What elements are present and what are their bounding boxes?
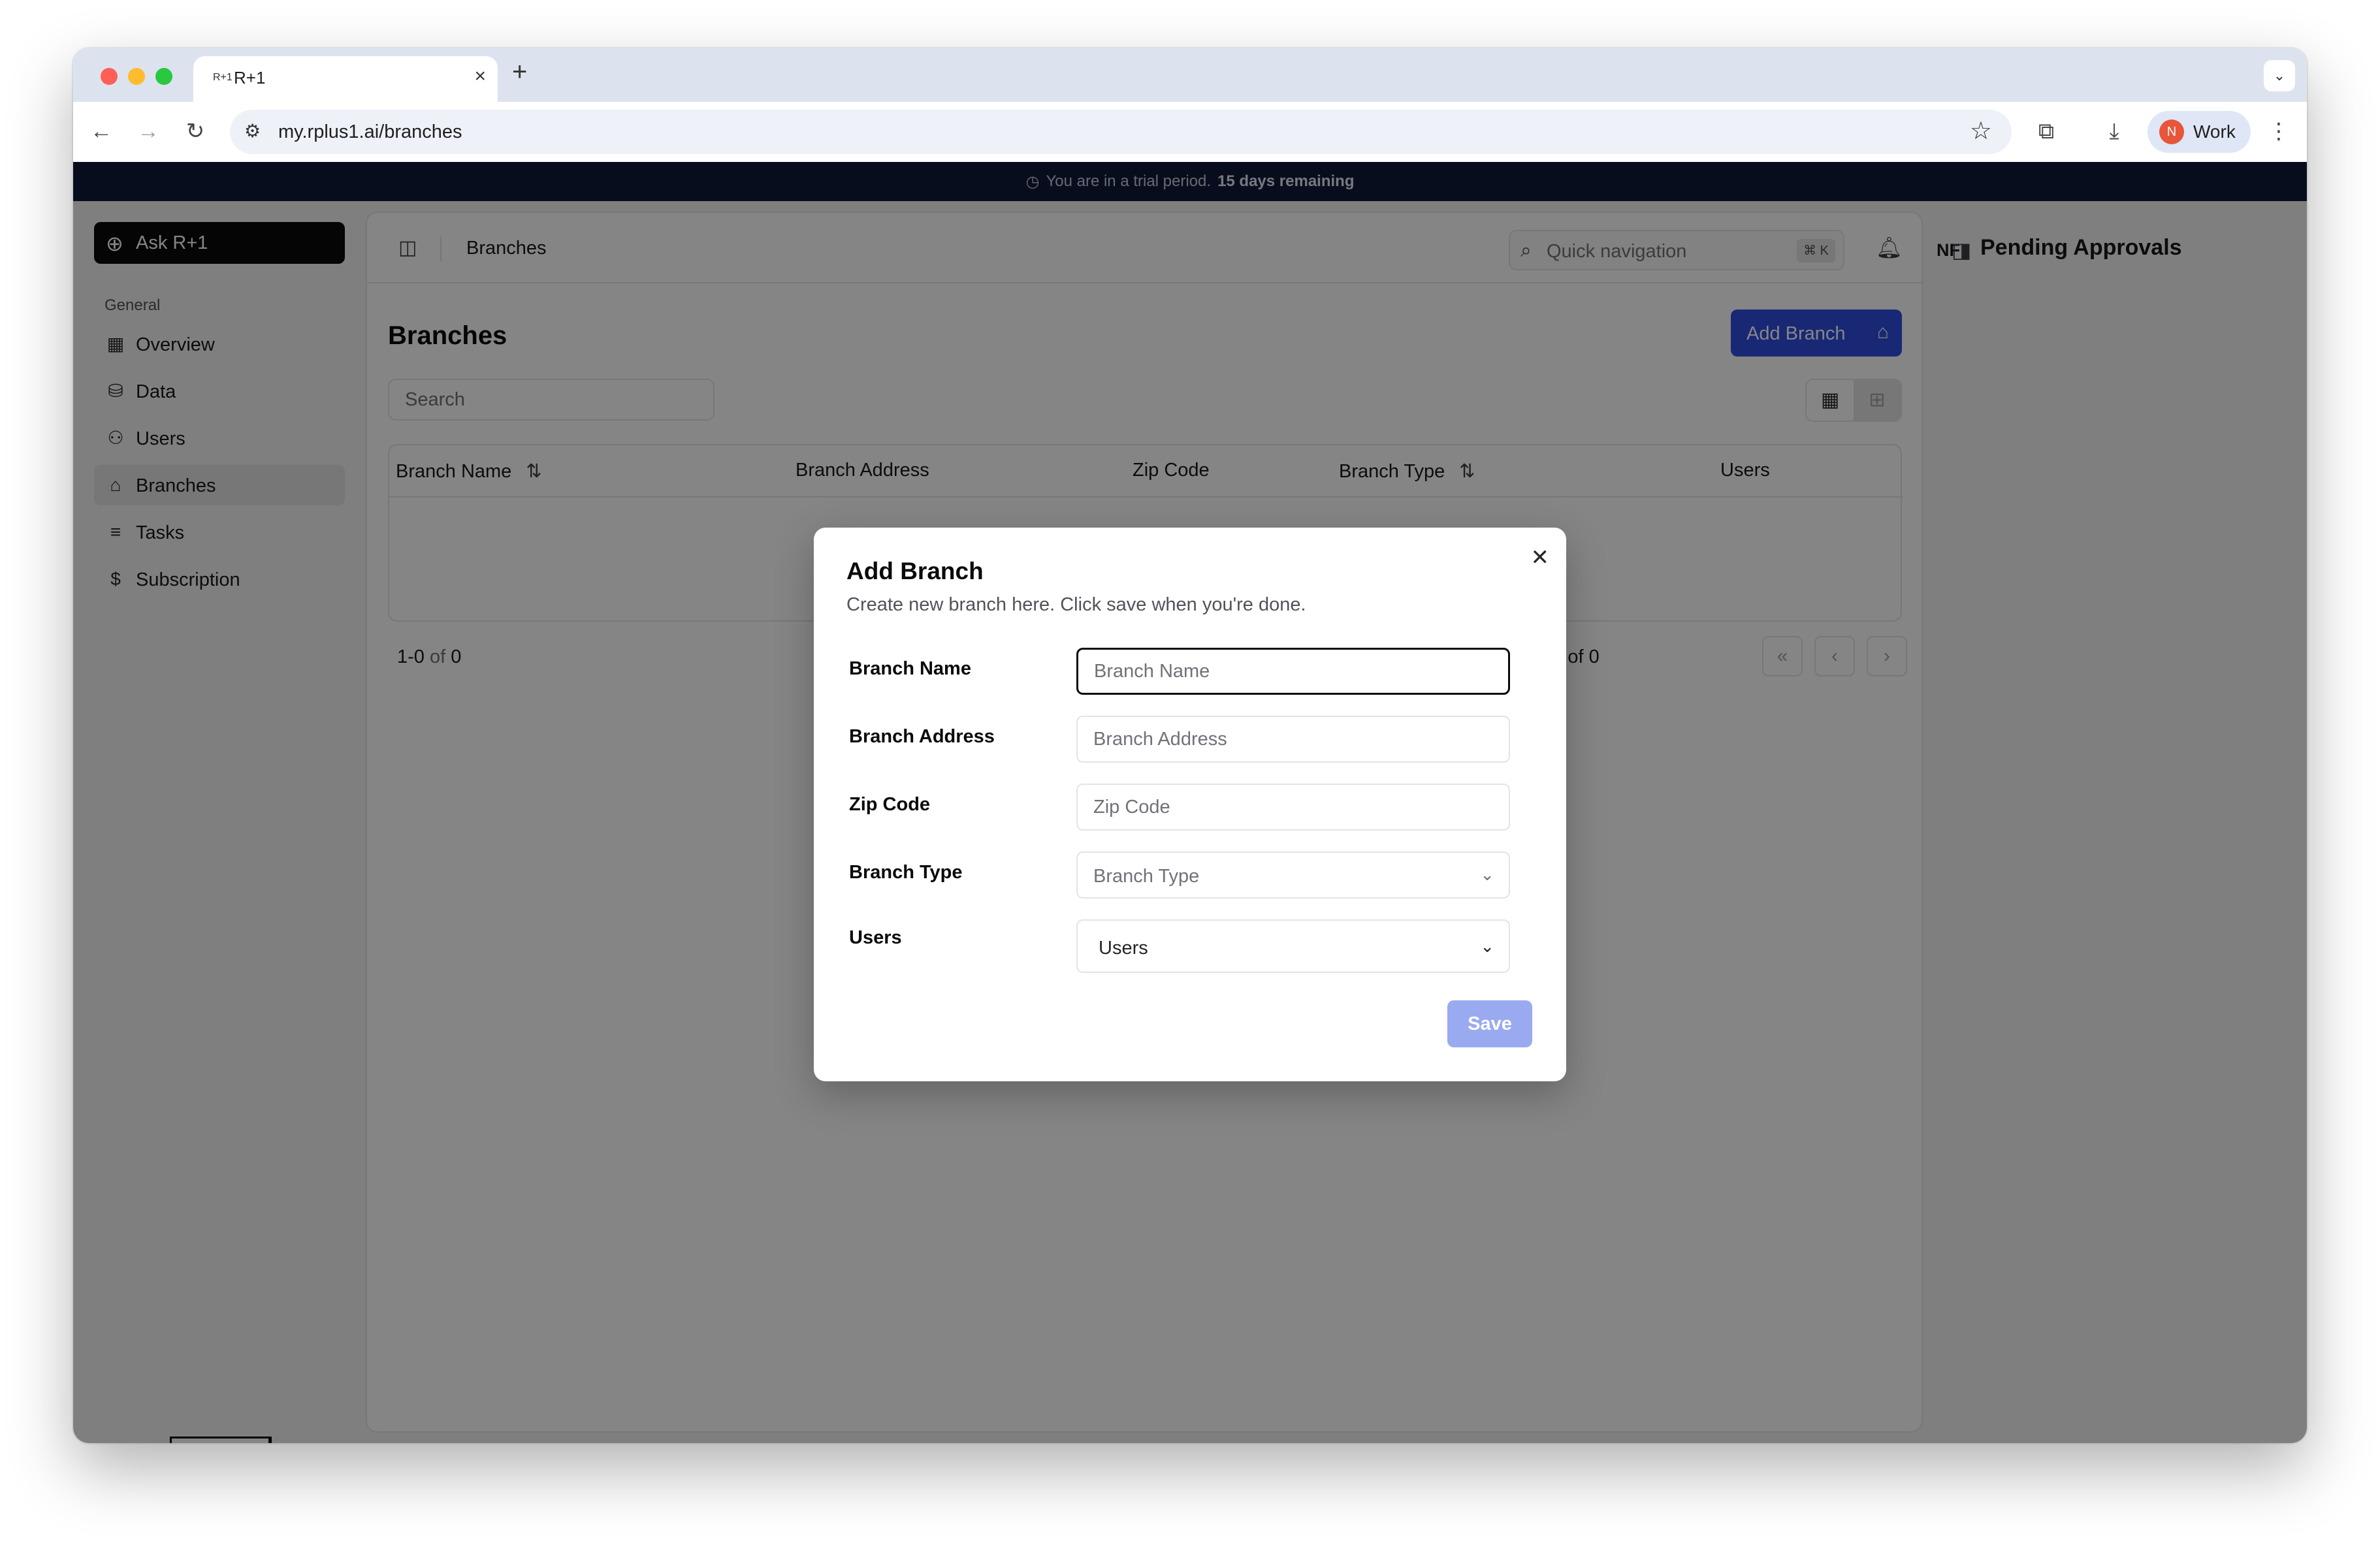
maximize-window-button[interactable] <box>155 68 172 85</box>
browser-menu-icon[interactable]: ⋮ <box>2262 115 2295 148</box>
dialog-description: Create new branch here. Click save when … <box>846 594 1306 615</box>
branch-type-label: Branch Type <box>849 862 963 883</box>
branch-name-label: Branch Name <box>849 658 971 679</box>
dialog-title: Add Branch <box>846 558 984 584</box>
zip-code-label: Zip Code <box>849 794 931 815</box>
branch-name-field[interactable] <box>1076 648 1510 695</box>
tab-title: R+1 <box>234 68 266 87</box>
site-settings-icon[interactable]: ⚙ <box>244 120 261 142</box>
tab-list-chevron-icon[interactable]: ⌄ <box>2264 60 2295 91</box>
new-tab-icon[interactable]: + <box>512 57 527 87</box>
branch-address-label: Branch Address <box>849 726 995 747</box>
save-button[interactable]: Save <box>1447 1000 1532 1047</box>
back-arrow-icon[interactable]: ← <box>85 115 118 148</box>
bookmark-star-icon[interactable]: ☆ <box>1970 116 1992 146</box>
users-select[interactable]: Users ⌄ <box>1076 919 1510 973</box>
zip-code-field[interactable] <box>1076 784 1510 831</box>
close-window-button[interactable] <box>101 68 118 85</box>
browser-toolbar: ← → ↻ ⚙ my.rplus1.ai/branches ☆ ⧉ ⤓ N Wo… <box>73 102 2307 162</box>
close-icon[interactable]: ✕ <box>1531 545 1550 571</box>
branch-type-select[interactable]: Branch Type ⌄ <box>1076 851 1510 898</box>
reload-icon[interactable]: ↻ <box>179 115 212 148</box>
users-label: Users <box>849 927 902 948</box>
chevron-down-icon: ⌄ <box>1480 865 1494 884</box>
chevron-down-icon: ⌄ <box>1480 936 1494 956</box>
profile-button[interactable]: N Work <box>2147 111 2251 153</box>
extensions-icon[interactable]: ⧉ <box>2030 115 2063 148</box>
close-tab-icon[interactable]: × <box>474 65 486 87</box>
tab-favicon: R+1 <box>213 72 233 83</box>
users-placeholder: Users <box>1099 938 1148 959</box>
download-icon[interactable]: ⤓ <box>2098 115 2131 148</box>
address-bar[interactable]: ⚙ my.rplus1.ai/branches ☆ <box>230 110 2012 154</box>
branch-address-field[interactable] <box>1076 716 1510 763</box>
forward-arrow-icon[interactable]: → <box>132 115 165 148</box>
branch-type-placeholder: Branch Type <box>1093 866 1200 887</box>
browser-tab[interactable]: R+1 R+1 × <box>193 56 498 102</box>
add-branch-dialog: ✕ Add Branch Create new branch here. Cli… <box>814 528 1566 1081</box>
url-text[interactable]: my.rplus1.ai/branches <box>278 121 462 143</box>
tab-bar: R+1 R+1 × + ⌄ <box>73 48 2307 102</box>
browser-window: R+1 R+1 × + ⌄ ← → ↻ ⚙ my.rplus1.ai/branc… <box>73 48 2307 1443</box>
profile-avatar: N <box>2159 119 2184 144</box>
profile-name: Work <box>2193 121 2236 142</box>
minimize-window-button[interactable] <box>128 68 145 85</box>
